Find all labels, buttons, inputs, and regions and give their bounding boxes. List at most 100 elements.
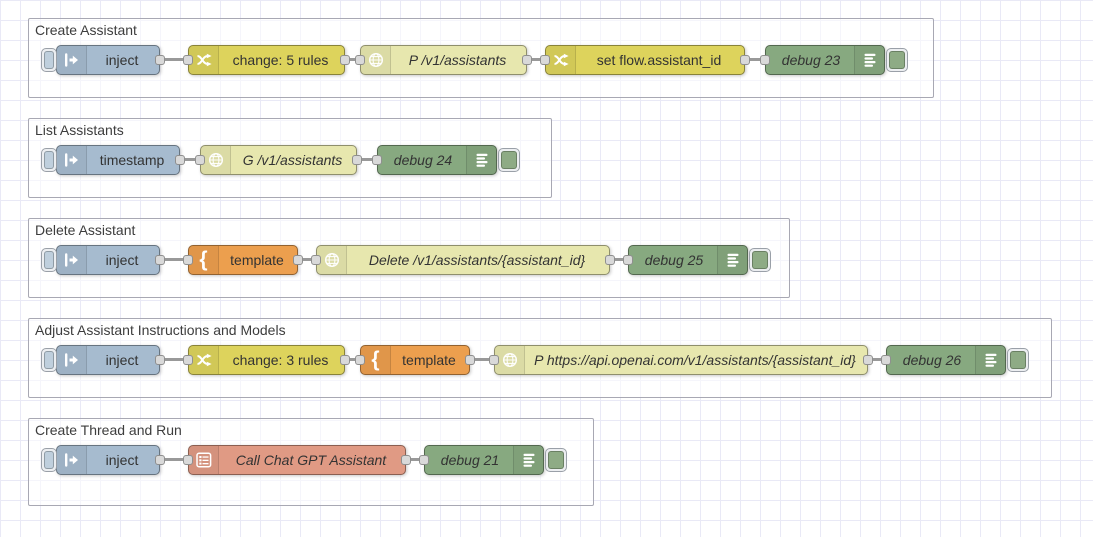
port-in[interactable]	[183, 455, 193, 465]
node-subflow[interactable]: Call Chat GPT Assistant	[188, 445, 406, 475]
node-debug[interactable]: debug 26	[886, 345, 1006, 375]
node-http-request[interactable]: P https://api.openai.com/v1/assistants/{…	[494, 345, 868, 375]
debug-toggle-chip	[889, 51, 905, 69]
debug-lines-icon	[975, 346, 1005, 374]
node-http-request[interactable]: P /v1/assistants	[360, 45, 527, 75]
node-inject[interactable]: timestamp	[56, 145, 180, 175]
node-label: debug 26	[902, 352, 962, 368]
group-label: Adjust Assistant Instructions and Models	[35, 322, 286, 338]
inject-button[interactable]	[41, 348, 57, 372]
node-debug[interactable]: debug 21	[424, 445, 544, 475]
port-out[interactable]	[340, 55, 350, 65]
inject-button[interactable]	[41, 448, 57, 472]
port-in[interactable]	[183, 255, 193, 265]
debug-lines-icon	[466, 146, 496, 174]
group-label: Delete Assistant	[35, 222, 136, 238]
port-in[interactable]	[355, 55, 365, 65]
node-debug[interactable]: debug 23	[765, 45, 885, 75]
inject-button-chip	[44, 251, 54, 269]
node-label: Delete /v1/assistants/{assistant_id}	[368, 252, 586, 268]
debug-toggle-chip	[548, 451, 564, 469]
debug-toggle-button[interactable]	[886, 48, 908, 72]
port-out[interactable]	[465, 355, 475, 365]
port-out[interactable]	[340, 355, 350, 365]
debug-toggle-chip	[752, 251, 768, 269]
port-in[interactable]	[372, 155, 382, 165]
inject-button-chip	[44, 351, 54, 369]
port-out[interactable]	[401, 455, 411, 465]
inject-button[interactable]	[41, 48, 57, 72]
brace-icon: {	[361, 346, 391, 374]
debug-lines-icon	[854, 46, 884, 74]
node-label: change: 3 rules	[232, 352, 329, 368]
node-label: inject	[105, 352, 139, 368]
port-in[interactable]	[183, 355, 193, 365]
port-out[interactable]	[155, 255, 165, 265]
inject-button[interactable]	[41, 248, 57, 272]
debug-toggle-chip	[1010, 351, 1026, 369]
subflow-icon	[189, 446, 219, 474]
port-in[interactable]	[195, 155, 205, 165]
node-label: debug 25	[644, 252, 704, 268]
node-label: template	[402, 352, 456, 368]
node-label: change: 5 rules	[232, 52, 329, 68]
port-out[interactable]	[352, 155, 362, 165]
node-inject[interactable]: inject	[56, 45, 160, 75]
globe-icon	[317, 246, 347, 274]
port-out[interactable]	[175, 155, 185, 165]
port-out[interactable]	[293, 255, 303, 265]
debug-toggle-button[interactable]	[1007, 348, 1029, 372]
flow-canvas[interactable]: Create Assistant inject change: 5 rules P /…	[0, 0, 1093, 537]
port-out[interactable]	[740, 55, 750, 65]
brace-icon: {	[189, 246, 219, 274]
node-debug[interactable]: debug 24	[377, 145, 497, 175]
port-out[interactable]	[155, 355, 165, 365]
node-template[interactable]: { template	[188, 245, 298, 275]
debug-toggle-button[interactable]	[545, 448, 567, 472]
inject-button-chip	[44, 51, 54, 69]
node-change[interactable]: change: 3 rules	[188, 345, 345, 375]
node-label: debug 24	[393, 152, 453, 168]
node-label: template	[230, 252, 284, 268]
port-out[interactable]	[155, 455, 165, 465]
node-inject[interactable]: inject	[56, 445, 160, 475]
node-http-request[interactable]: Delete /v1/assistants/{assistant_id}	[316, 245, 610, 275]
group-label: Create Assistant	[35, 22, 137, 38]
inject-arrow-icon	[57, 246, 87, 274]
port-in[interactable]	[183, 55, 193, 65]
globe-icon	[201, 146, 231, 174]
debug-toggle-button[interactable]	[749, 248, 771, 272]
debug-toggle-chip	[501, 151, 517, 169]
port-in[interactable]	[623, 255, 633, 265]
port-in[interactable]	[311, 255, 321, 265]
node-inject[interactable]: inject	[56, 345, 160, 375]
node-http-request[interactable]: G /v1/assistants	[200, 145, 357, 175]
port-in[interactable]	[881, 355, 891, 365]
globe-icon	[495, 346, 525, 374]
node-label: inject	[105, 452, 139, 468]
node-debug[interactable]: debug 25	[628, 245, 748, 275]
group-label: Create Thread and Run	[35, 422, 182, 438]
inject-button[interactable]	[41, 148, 57, 172]
node-inject[interactable]: inject	[56, 245, 160, 275]
port-out[interactable]	[863, 355, 873, 365]
node-label: G /v1/assistants	[242, 152, 343, 168]
port-in[interactable]	[419, 455, 429, 465]
port-in[interactable]	[540, 55, 550, 65]
node-change[interactable]: change: 5 rules	[188, 45, 345, 75]
port-in[interactable]	[760, 55, 770, 65]
debug-lines-icon	[513, 446, 543, 474]
node-change[interactable]: set flow.assistant_id	[545, 45, 745, 75]
node-label: timestamp	[99, 152, 165, 168]
node-template[interactable]: { template	[360, 345, 470, 375]
debug-toggle-button[interactable]	[498, 148, 520, 172]
port-out[interactable]	[155, 55, 165, 65]
port-out[interactable]	[522, 55, 532, 65]
port-out[interactable]	[605, 255, 615, 265]
port-in[interactable]	[355, 355, 365, 365]
node-label: P /v1/assistants	[408, 52, 507, 68]
globe-icon	[361, 46, 391, 74]
inject-arrow-icon	[57, 46, 87, 74]
port-in[interactable]	[489, 355, 499, 365]
shuffle-icon	[546, 46, 576, 74]
